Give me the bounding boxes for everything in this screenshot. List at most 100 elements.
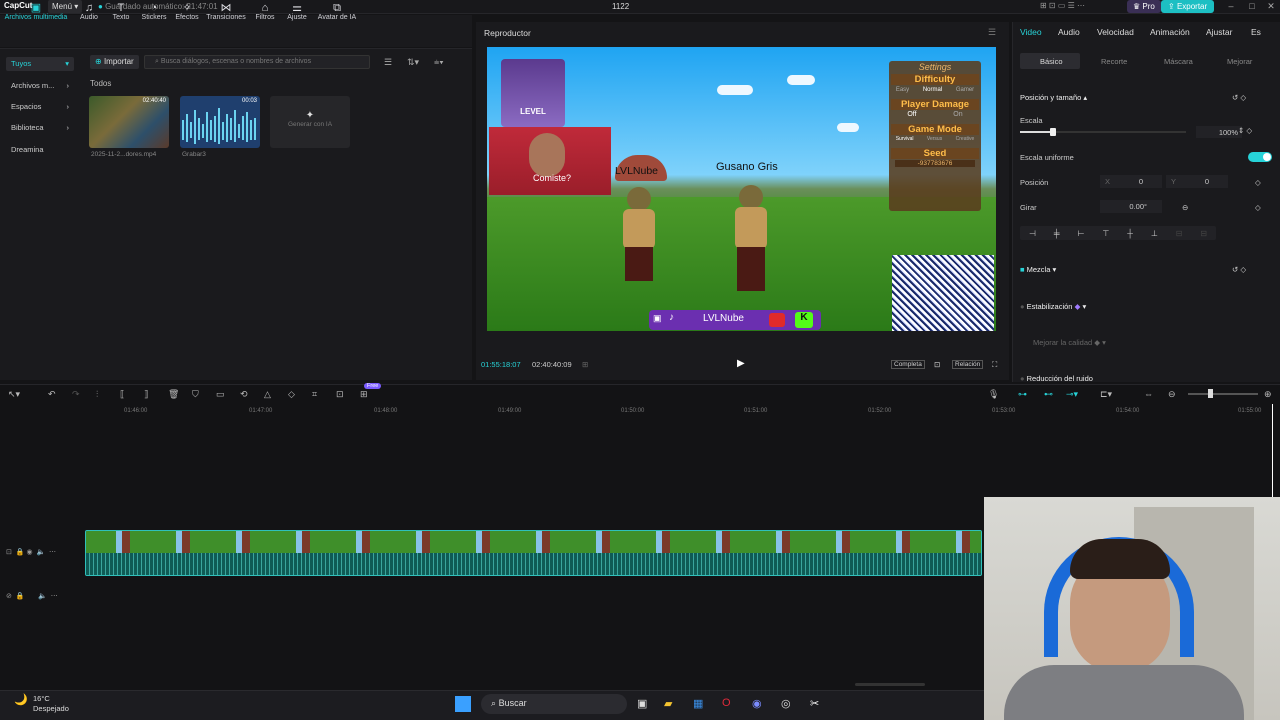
flip-icon[interactable]: ⊖ (1182, 203, 1188, 212)
lock-icon[interactable]: 🔒 (16, 549, 25, 556)
subtab-basic[interactable]: Básico (1040, 57, 1063, 66)
rotate-icon[interactable]: ◇ (288, 389, 295, 400)
delete-icon[interactable]: 🗑 (168, 389, 179, 400)
mic-icon[interactable]: 🎙 (988, 389, 999, 400)
freeze-icon[interactable]: ▭ (216, 389, 225, 400)
maximize-icon[interactable]: □ (1245, 1, 1259, 11)
tool-effects[interactable]: ✧ Efectos (168, 2, 206, 21)
zoom-out-icon[interactable]: ⊖ (1168, 389, 1176, 400)
capcut-taskbar-icon[interactable]: ✂ (810, 697, 819, 710)
auto-caption-icon[interactable]: ⊞ (360, 389, 368, 400)
align-middle-icon[interactable]: ┼ (1127, 229, 1133, 238)
snapshot-icon[interactable]: ⊡ (934, 360, 940, 369)
align-top-icon[interactable]: ⊤ (1102, 229, 1109, 238)
ai-cut-icon[interactable]: ⊡ (336, 389, 344, 400)
export-button[interactable]: ⇪ Exportar (1161, 0, 1215, 13)
stabilization-section[interactable]: ● Estabilización ◆ ▾ (1020, 302, 1086, 311)
noise-reduction-section[interactable]: ● Reducción del ruido (1020, 374, 1093, 382)
video-preview[interactable]: LEVEL Comiste? LVLNube Gusano Gris Setti… (487, 47, 996, 331)
preview-axis-icon[interactable]: ⊸▾ (1066, 389, 1078, 400)
media-thumb-video[interactable]: 02:40:40 (89, 96, 169, 148)
keyframe-icon[interactable]: ◇ (1255, 178, 1261, 187)
taskbar-search[interactable]: ⌕ Buscar (481, 694, 627, 714)
subtab-crop[interactable]: Recorte (1101, 57, 1127, 66)
side-espacios[interactable]: Espacios › (6, 100, 74, 114)
split-icon[interactable]: ⫶ (96, 389, 98, 400)
sort-icon[interactable]: ⇅▾ (407, 57, 419, 68)
timeline-view-icon[interactable]: ⊞ (582, 360, 588, 369)
mirror-icon[interactable]: ⟲ (240, 389, 248, 400)
track-lock-icon[interactable]: ⊡ (6, 549, 12, 556)
align-bottom-icon[interactable]: ⊥ (1151, 229, 1158, 238)
checkbox-checked-icon[interactable]: ■ (1020, 265, 1025, 274)
link-icon[interactable]: ⊷ (1044, 389, 1053, 400)
fullscreen-icon[interactable]: ⛶ (992, 360, 997, 370)
zoom-knob[interactable] (1208, 389, 1213, 398)
horizontal-scrollbar[interactable] (855, 683, 925, 686)
close-icon[interactable]: ✕ (1264, 1, 1278, 12)
side-dreamina[interactable]: Dreamina (6, 143, 74, 157)
split-left-icon[interactable]: ⟦ (120, 389, 124, 400)
tab-more[interactable]: Es (1251, 27, 1261, 37)
tool-adjust[interactable]: ⚌ Ajuste (278, 2, 316, 21)
full-quality-button[interactable]: Completa (891, 360, 925, 369)
play-button[interactable]: ▶ (737, 358, 745, 369)
video-clip[interactable] (85, 530, 982, 576)
task-view-icon[interactable]: ▣ (637, 697, 647, 710)
side-archivos[interactable]: Archivos m... › (6, 79, 74, 93)
lock-icon[interactable]: 🔒 (16, 593, 25, 600)
magnet-icon[interactable]: ⊶ (1018, 389, 1027, 400)
zoom-slider[interactable] (1188, 393, 1258, 395)
tool-avatar[interactable]: ⧉ Avatar de IA (314, 2, 360, 21)
obs-icon[interactable]: ◎ (781, 697, 791, 710)
uniform-scale-toggle[interactable] (1248, 152, 1272, 162)
side-tuyos[interactable]: Tuyos ▾ (6, 57, 74, 71)
scale-slider[interactable] (1020, 131, 1186, 133)
windows-start-icon[interactable] (455, 696, 471, 712)
side-biblioteca[interactable]: Biblioteca › (6, 121, 74, 135)
blend-section[interactable]: ■ Mezcla ▾ (1020, 265, 1056, 274)
keyframe-icon[interactable]: ◇ (1255, 203, 1261, 212)
more-icon[interactable]: ⋯ (51, 593, 58, 600)
fit-icon[interactable]: ⇔ (1144, 389, 1153, 399)
rotate-input[interactable]: 0.00° (1100, 200, 1162, 213)
pro-badge[interactable]: ♛ Pro (1127, 0, 1161, 13)
speaker-icon[interactable]: 🔈 (36, 549, 45, 556)
align-center-icon[interactable]: ╪ (1054, 229, 1060, 238)
tab-audio[interactable]: Audio (1058, 27, 1080, 37)
redo-icon[interactable]: ↷ (72, 389, 80, 400)
player-menu-icon[interactable]: ☰ (988, 27, 996, 38)
tab-speed[interactable]: Velocidad (1097, 27, 1134, 37)
checkbox-icon[interactable]: ● (1020, 374, 1025, 382)
distribute-icon[interactable]: ⊟ (1200, 229, 1207, 238)
split-view-icon[interactable]: ⊏▾ (1100, 389, 1112, 400)
undo-icon[interactable]: ↶ (48, 389, 56, 400)
crop-icon[interactable]: ⌗ (312, 389, 317, 400)
scale-slider-knob[interactable] (1050, 128, 1057, 136)
section-pos-size[interactable]: Posición y tamaño ▴ (1020, 93, 1087, 102)
tool-media[interactable]: ▣ Archivos multimedia (0, 2, 72, 21)
ai-generate-card[interactable]: ✦ Generar con IA (270, 96, 350, 148)
align-right-icon[interactable]: ⊢ (1077, 229, 1084, 238)
tab-adjust[interactable]: Ajustar (1206, 27, 1232, 37)
tool-transitions[interactable]: ⋈ Transiciones (204, 2, 248, 21)
select-tool-icon[interactable]: ↖▾ (8, 389, 20, 400)
filter-icon[interactable]: ⩧▾ (434, 57, 444, 68)
minimize-icon[interactable]: – (1224, 1, 1238, 11)
eye-icon[interactable]: ◉ (26, 549, 32, 556)
tab-animation[interactable]: Animación (1150, 27, 1190, 37)
view-toggle-icon[interactable]: ☰ (384, 57, 392, 68)
reset-icon[interactable]: ↺ ◇ (1232, 93, 1246, 102)
position-x-input[interactable]: X0 (1100, 175, 1162, 188)
tab-video[interactable]: Video (1020, 27, 1042, 37)
scale-input[interactable]: 100% (1196, 126, 1242, 138)
speaker-icon[interactable]: 🔈 (38, 593, 47, 600)
media-thumb-audio[interactable]: 00:03 (180, 96, 260, 148)
reset-icon[interactable]: ↺ ◇ (1232, 265, 1246, 274)
align-left-icon[interactable]: ⊣ (1029, 229, 1036, 238)
position-y-input[interactable]: Y0 (1166, 175, 1228, 188)
media-search-input[interactable]: ⌕ Busca diálogos, escenas o nombres de a… (144, 55, 370, 69)
stepper-icon[interactable]: ⇕ ◇ (1238, 126, 1252, 135)
ratio-button[interactable]: Relación (952, 360, 984, 369)
shield-icon[interactable]: ⛉ (192, 389, 199, 400)
